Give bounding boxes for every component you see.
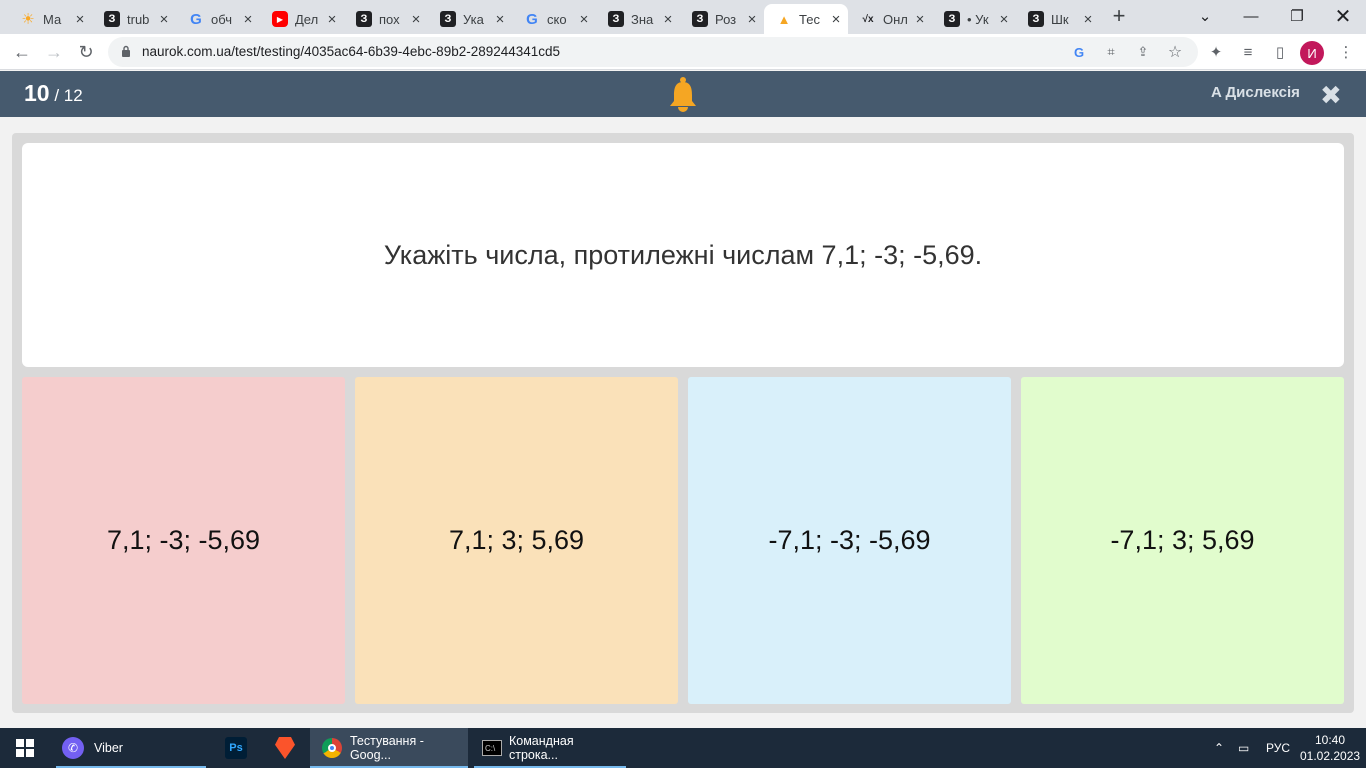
brave-icon bbox=[275, 737, 295, 759]
browser-tab[interactable]: З trub × bbox=[92, 4, 176, 34]
naurok-favicon-icon: З bbox=[608, 11, 624, 27]
browser-tab[interactable]: √x Онл × bbox=[848, 4, 932, 34]
browser-tab[interactable]: З Роз × bbox=[680, 4, 764, 34]
answer-option-text: -7,1; 3; 5,69 bbox=[1110, 525, 1255, 555]
test-header: 10 / 12 A Дислексія ✖ bbox=[0, 71, 1366, 117]
answer-option-1[interactable]: 7,1; -3; -5,69 bbox=[22, 377, 345, 704]
close-test-icon[interactable]: ✖ bbox=[1320, 80, 1342, 111]
system-clock[interactable]: 10:40 01.02.2023 bbox=[1300, 732, 1360, 764]
naurok-favicon-icon: З bbox=[104, 11, 120, 27]
taskbar-cmd[interactable]: C:\ Командная строка... bbox=[474, 728, 626, 768]
close-tab-icon[interactable]: × bbox=[493, 11, 507, 28]
browser-tab[interactable]: G ско × bbox=[512, 4, 596, 34]
google-lens-icon[interactable]: G bbox=[1070, 43, 1088, 61]
naurok-favicon-icon: З bbox=[944, 11, 960, 27]
close-tab-icon[interactable]: × bbox=[241, 11, 255, 28]
close-tab-icon[interactable]: × bbox=[745, 11, 759, 28]
question-card: Укажіть числа, протилежні числам 7,1; -3… bbox=[22, 143, 1344, 367]
close-tab-icon[interactable]: × bbox=[73, 11, 87, 28]
answer-option-2[interactable]: 7,1; 3; 5,69 bbox=[355, 377, 678, 704]
close-tab-icon[interactable]: × bbox=[829, 11, 843, 28]
tray-chevron-icon[interactable]: ⌃ bbox=[1214, 728, 1224, 768]
restore-icon[interactable]: ❐ bbox=[1274, 0, 1320, 32]
browser-tab[interactable]: З Зна × bbox=[596, 4, 680, 34]
close-tab-icon[interactable]: × bbox=[997, 11, 1011, 28]
answer-option-text: 7,1; 3; 5,69 bbox=[448, 525, 585, 555]
back-arrow-icon[interactable]: ← bbox=[10, 40, 34, 64]
new-tab-plus-icon[interactable]: + bbox=[1108, 5, 1130, 28]
browser-tab[interactable]: З Шк × bbox=[1016, 4, 1100, 34]
question-counter: 10 / 12 bbox=[24, 80, 83, 106]
menu-kebab-icon[interactable]: ⋮ bbox=[1336, 42, 1356, 62]
close-tab-icon[interactable]: × bbox=[577, 11, 591, 28]
naurok-favicon-icon: З bbox=[440, 11, 456, 27]
google-favicon-icon: G bbox=[526, 10, 538, 28]
answer-option-text: -7,1; -3; -5,69 bbox=[768, 525, 931, 555]
naurok-favicon-icon: З bbox=[356, 11, 372, 27]
bookmark-star-icon[interactable]: ☆ bbox=[1166, 43, 1184, 61]
close-tab-icon[interactable]: × bbox=[157, 11, 171, 28]
naurok-favicon-icon: З bbox=[692, 11, 708, 27]
close-tab-icon[interactable]: × bbox=[409, 11, 423, 28]
youtube-favicon-icon: ▶ bbox=[272, 11, 288, 27]
taskbar-viber[interactable]: ✆ Viber bbox=[56, 728, 206, 768]
browser-tab[interactable]: З Ука × bbox=[428, 4, 512, 34]
reload-icon[interactable]: ↻ bbox=[74, 40, 98, 64]
dyslexia-toggle[interactable]: A Дислексія bbox=[1211, 84, 1300, 101]
extensions-puzzle-icon[interactable]: ✦ bbox=[1206, 42, 1226, 62]
close-tab-icon[interactable]: × bbox=[1081, 11, 1095, 28]
side-panel-icon[interactable]: ▯ bbox=[1270, 42, 1290, 62]
question-text: Укажіть числа, протилежні числам 7,1; -3… bbox=[383, 239, 983, 270]
browser-toolbar: ← → ↻ naurok.com.ua/test/testing/4035ac6… bbox=[0, 34, 1366, 70]
browser-tab[interactable]: ☀ Ма × bbox=[8, 4, 92, 34]
taskbar-photoshop[interactable]: Ps bbox=[222, 728, 250, 768]
browser-tab[interactable]: G обч × bbox=[176, 4, 260, 34]
start-button[interactable] bbox=[0, 728, 50, 768]
browser-tab-active[interactable]: ▲ Тес × bbox=[764, 4, 848, 34]
forward-arrow-icon[interactable]: → bbox=[42, 40, 66, 64]
naurok-favicon-icon: З bbox=[1028, 11, 1044, 27]
chrome-icon bbox=[322, 738, 342, 758]
network-icon[interactable]: ▭ bbox=[1238, 728, 1249, 768]
photoshop-icon: Ps bbox=[225, 737, 247, 759]
browser-tab[interactable]: З • Ук × bbox=[932, 4, 1016, 34]
media-control-icon[interactable]: ≡ bbox=[1238, 42, 1258, 62]
google-favicon-icon: G bbox=[190, 10, 202, 28]
address-bar[interactable]: naurok.com.ua/test/testing/4035ac64-6b39… bbox=[108, 37, 1198, 67]
browser-tab-strip: ☀ Ма × З trub × G обч × ▶ Дел × З пох × … bbox=[0, 0, 1366, 34]
close-window-icon[interactable]: ✕ bbox=[1320, 0, 1366, 32]
taskbar-brave[interactable] bbox=[272, 728, 298, 768]
taskbar-chrome[interactable]: Тестування - Goog... bbox=[310, 728, 468, 768]
answer-option-4[interactable]: -7,1; 3; 5,69 bbox=[1021, 377, 1344, 704]
close-tab-icon[interactable]: × bbox=[661, 11, 675, 28]
bell-icon bbox=[670, 77, 696, 112]
windows-logo-icon bbox=[16, 739, 34, 757]
profile-avatar[interactable]: И bbox=[1300, 41, 1324, 65]
answer-option-3[interactable]: -7,1; -3; -5,69 bbox=[688, 377, 1011, 704]
browser-tab[interactable]: З пох × bbox=[344, 4, 428, 34]
minimize-icon[interactable]: — bbox=[1228, 0, 1274, 32]
windows-taskbar: ✆ Viber Ps Тестування - Goog... C:\ Кома… bbox=[0, 728, 1366, 768]
command-prompt-icon: C:\ bbox=[482, 740, 502, 756]
bell-favicon-icon: ▲ bbox=[777, 11, 791, 27]
close-tab-icon[interactable]: × bbox=[913, 11, 927, 28]
translate-icon[interactable]: ⌗ bbox=[1102, 43, 1120, 61]
browser-tab[interactable]: ▶ Дел × bbox=[260, 4, 344, 34]
url-text: naurok.com.ua/test/testing/4035ac64-6b39… bbox=[142, 44, 561, 59]
answer-option-text: 7,1; -3; -5,69 bbox=[106, 525, 261, 555]
language-indicator[interactable]: РУС bbox=[1266, 728, 1290, 768]
sun-favicon-icon: ☀ bbox=[21, 11, 35, 28]
math-favicon-icon: √x bbox=[862, 13, 874, 25]
share-icon[interactable]: ⇪ bbox=[1134, 43, 1152, 61]
viber-icon: ✆ bbox=[62, 737, 84, 759]
close-tab-icon[interactable]: × bbox=[325, 11, 339, 28]
lock-icon bbox=[122, 45, 130, 57]
tab-search-chevron-icon[interactable]: ⌄ bbox=[1182, 0, 1228, 32]
